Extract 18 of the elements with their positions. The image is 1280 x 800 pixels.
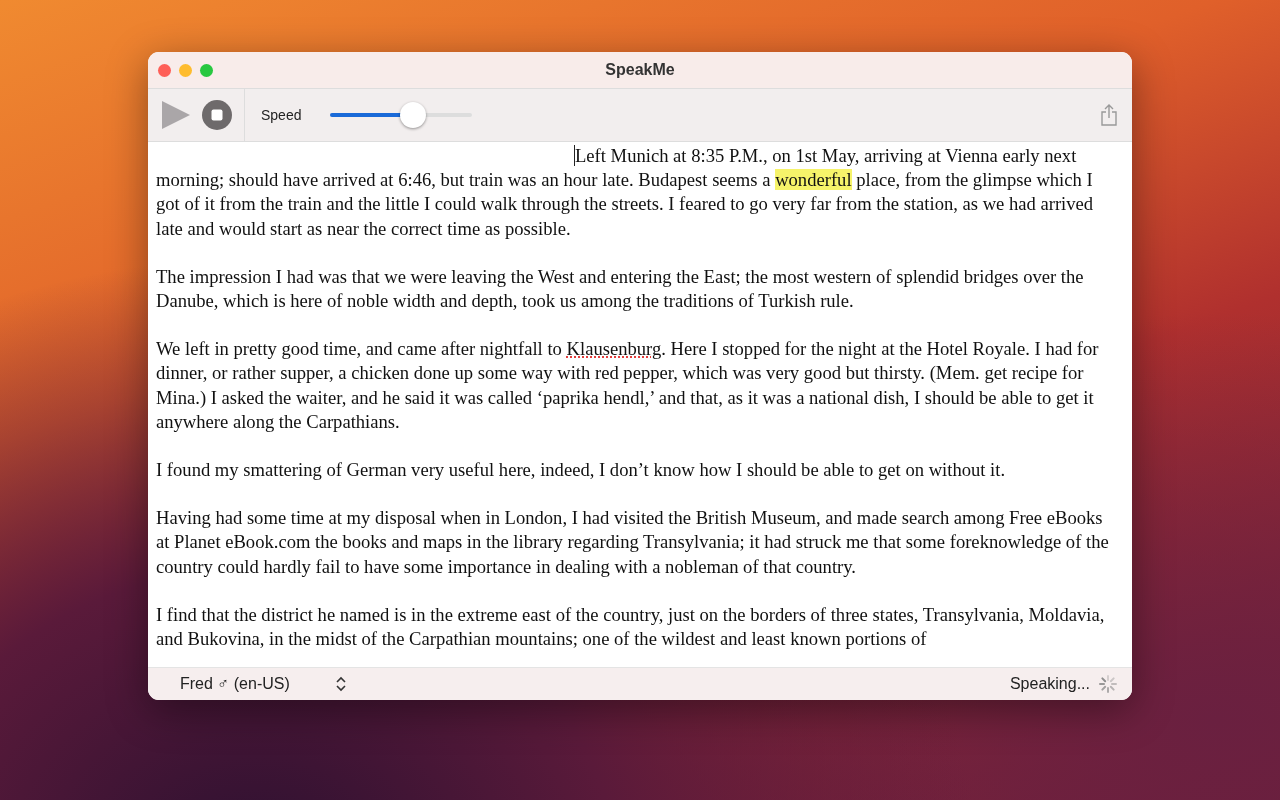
play-icon[interactable] — [160, 100, 192, 130]
chevron-updown-icon[interactable] — [335, 676, 346, 692]
status-text: Speaking... — [1009, 675, 1090, 693]
paragraph: I found my smattering of German very useful here, indeed, I don’t know how I should be able to get on without it. — [156, 458, 1007, 483]
minimize-button[interactable] — [179, 63, 192, 77]
window-title: SpeakMe — [605, 61, 675, 78]
spinner-icon — [1098, 674, 1118, 694]
close-button[interactable] — [158, 63, 171, 77]
zoom-button[interactable] — [200, 63, 213, 77]
paragraph: Left Munich at 8:35 P.M., on 1st May, arriving at Vienna early next morning; should have arrived at 6:46, but train was an hour late. Budapest seems a wonderful place, from the glimpse which I got of it from the train and the little I could walk through the streets. I feared to go very far from the station, as we had arrived late and would start as near the correct time as possible. — [156, 144, 1095, 241]
stop-icon[interactable] — [202, 100, 232, 130]
share-icon[interactable] — [1100, 104, 1118, 126]
paragraph: Having had some time at my disposal when in London, I had visited the British Museum, and made search among Free eBooks at Planet eBook.com the books and maps in the library regarding Transylvania; it had struck me that some foreknowledge of the country could hardly fail to have some importance in dealing with a nobleman of that country. — [156, 506, 1110, 579]
paragraph: We left in pretty good time, and came after nightfall to Klausenburg. Here I stopped for the night at the Hotel Royale. I had for dinner, or rather supper, a chicken done up some way with red pepper, which was very good but thirsty. (Mem. get recipe for Mina.) I asked the waiter, and he said it was called ‘paprika hendl,’ and that, as it was a national dish, I should be able to get it anywhere along the Carpathians. — [156, 337, 1100, 434]
paragraph: The impression I had was that we were leaving the West and entering the East; the most western of splendid bridges over the Danube, which is here of noble width and depth, took us among the traditions of Turkish rule. — [156, 264, 1085, 313]
voice-selector[interactable]: Fred ♂ (en-US) — [180, 675, 346, 693]
paragraph: I find that the district he named is in the extreme east of the country, just on the borders of three states, Transylvania, Moldavia, and Bukovina, in the midst of the Carpathian mountains; one of the wildest and least known portions of — [156, 602, 1106, 652]
speed-label: Speed — [261, 107, 302, 123]
